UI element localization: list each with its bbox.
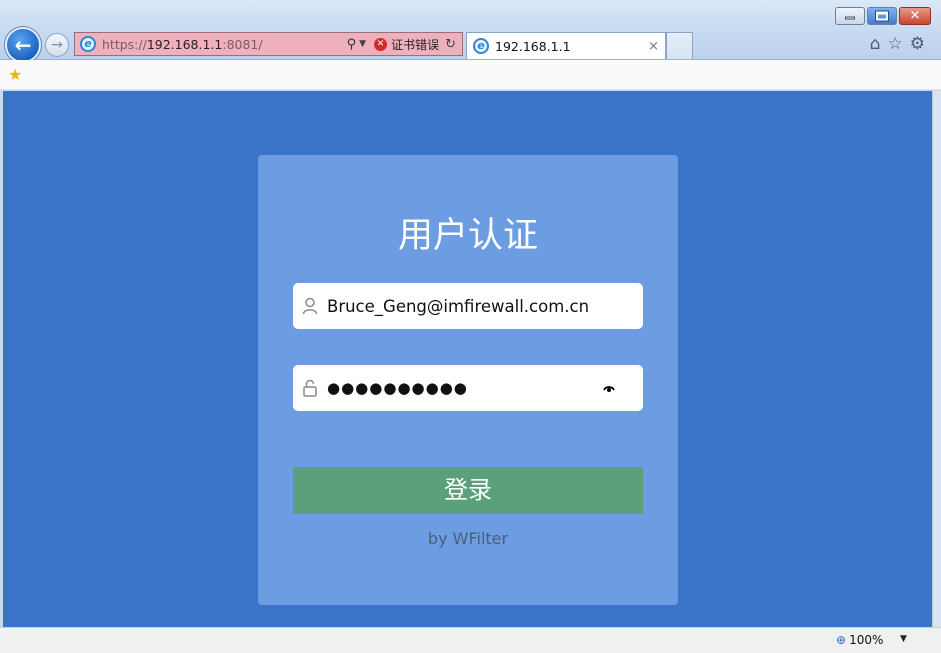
tab-close-icon[interactable]: ×	[648, 39, 659, 54]
cert-error-icon[interactable]: ✕	[374, 37, 388, 51]
search-icon[interactable]: ⚲	[347, 37, 357, 52]
close-window-button[interactable]: ✕	[899, 7, 931, 25]
forward-arrow-icon: →	[51, 37, 63, 53]
address-dropdown-icon[interactable]: ▼	[359, 39, 366, 49]
browser-toolbar-right: ⌂ ☆ ⚙	[870, 34, 925, 54]
tab-active[interactable]: e 192.168.1.1 ×	[466, 32, 666, 59]
back-arrow-icon: ←	[14, 33, 32, 57]
favorites-bar: ★	[0, 60, 941, 90]
page-viewport: 用户认证 Bruce_Geng@imfirewall.com.cn ●●●●●●…	[3, 91, 932, 627]
password-field[interactable]: ●●●●●●●●●●	[293, 365, 643, 411]
page-title: 用户认证	[397, 216, 538, 256]
maximize-icon	[875, 10, 889, 22]
byline-text: by WFilter	[427, 529, 509, 548]
gear-icon[interactable]: ⚙	[910, 34, 925, 54]
username-value: Bruce_Geng@imfirewall.com.cn	[327, 296, 590, 316]
favorites-star-icon[interactable]: ☆	[888, 34, 903, 54]
vertical-scrollbar[interactable]	[932, 91, 941, 627]
tab-title: 192.168.1.1	[495, 38, 571, 54]
url-port-path: :8081/	[222, 36, 263, 52]
forward-button[interactable]: →	[45, 33, 69, 57]
login-button[interactable]: 登录	[293, 467, 643, 514]
url-text[interactable]: https://192.168.1.1:8081/	[102, 37, 263, 52]
zoom-control[interactable]: ⊕ 100%	[836, 633, 883, 647]
url-host: 192.168.1.1	[146, 36, 223, 52]
user-icon	[293, 297, 327, 315]
refresh-icon[interactable]: ↻	[445, 37, 456, 52]
window-controls: ✕	[835, 7, 931, 25]
zoom-magnifier-icon: ⊕	[836, 633, 847, 647]
new-tab-button[interactable]	[666, 32, 693, 59]
username-field[interactable]: Bruce_Geng@imfirewall.com.cn	[293, 283, 643, 329]
back-button[interactable]: ←	[5, 27, 41, 63]
login-card: 用户认证 Bruce_Geng@imfirewall.com.cn ●●●●●●…	[258, 155, 678, 605]
ie-page-icon: e	[80, 36, 96, 52]
maximize-button[interactable]	[867, 7, 897, 25]
show-password-icon[interactable]	[603, 381, 615, 395]
status-bar: ⊕ 100% ▼	[0, 627, 941, 653]
home-icon[interactable]: ⌂	[870, 34, 881, 54]
minimize-icon	[845, 16, 855, 20]
close-icon: ✕	[909, 8, 921, 24]
zoom-level: 100%	[849, 633, 884, 647]
address-bar[interactable]: e https://192.168.1.1:8081/ ⚲ ▼ ✕ 证书错误 ↻	[74, 32, 463, 56]
browser-titlebar: ✕ ← → e https://192.168.1.1:8081/ ⚲ ▼ ✕ …	[0, 0, 941, 63]
url-scheme: https://	[102, 36, 147, 52]
cert-error-badge[interactable]: 证书错误	[391, 36, 439, 53]
minimize-button[interactable]	[835, 7, 865, 25]
add-favorite-icon[interactable]: ★	[8, 65, 22, 84]
password-value: ●●●●●●●●●●	[327, 379, 468, 397]
lock-icon	[293, 379, 327, 397]
zoom-dropdown-icon[interactable]: ▼	[900, 634, 907, 644]
ie-tab-icon: e	[473, 38, 489, 54]
